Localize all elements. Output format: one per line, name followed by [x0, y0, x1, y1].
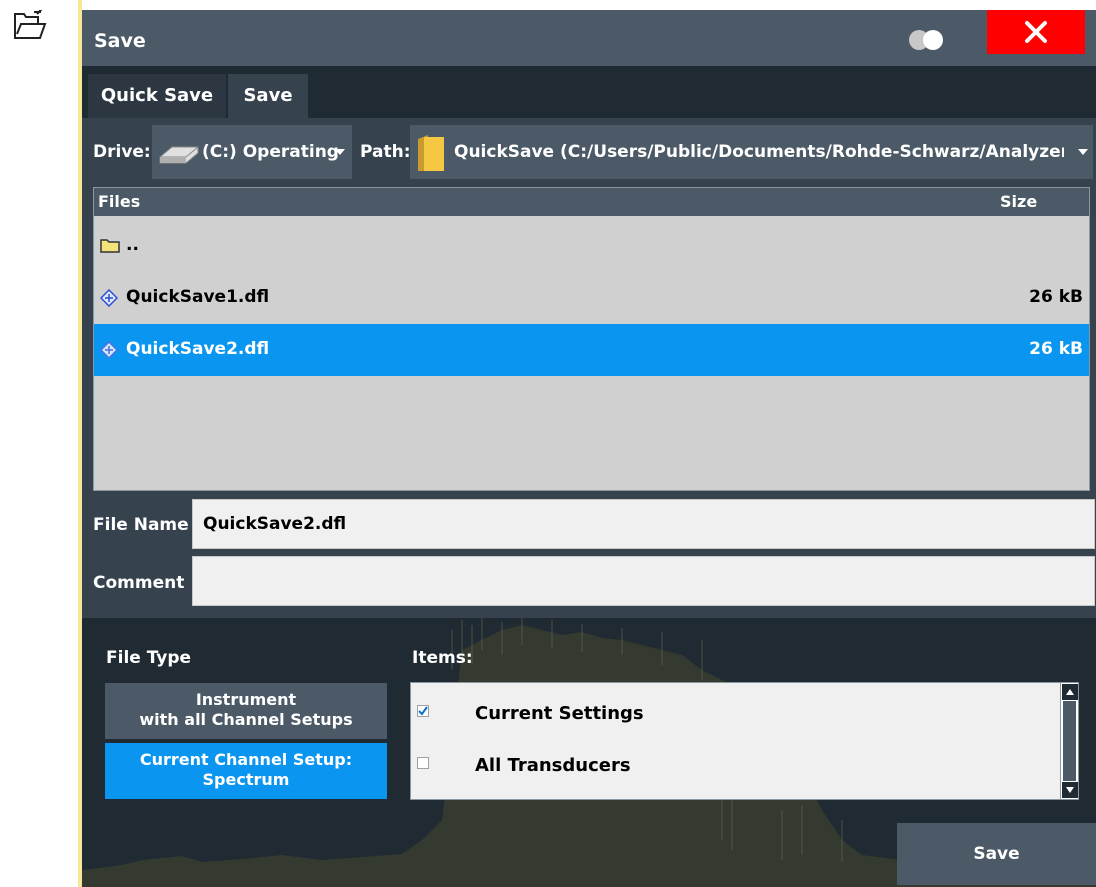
item-label: All Transducers — [475, 755, 631, 776]
toggle-icon[interactable] — [908, 29, 944, 51]
comment-input[interactable] — [192, 556, 1095, 606]
file-name: QuickSave1.dfl — [126, 287, 270, 307]
table-row[interactable]: .. — [94, 220, 1089, 272]
files-table-header: Files Size — [94, 188, 1089, 216]
instrument-button[interactable]: Instrument with all Channel Setups — [105, 683, 387, 739]
drive-value: (C:) Operating — [202, 142, 339, 162]
file-name-label: File Name — [93, 515, 189, 535]
items-label: Items: — [412, 648, 473, 668]
item-current-settings[interactable]: Current Settings — [411, 691, 1059, 741]
instrument-button-line1: Instrument — [195, 690, 297, 709]
path-value: QuickSave (C:/Users/Public/Documents/Roh… — [454, 142, 1064, 162]
drive-label: Drive: — [93, 142, 151, 162]
folder-icon — [418, 135, 444, 171]
chevron-down-icon — [1078, 149, 1088, 155]
file-icon — [100, 289, 118, 307]
file-icon — [100, 341, 118, 359]
file-type-label: File Type — [106, 648, 192, 668]
items-list[interactable]: Current Settings All Transducers — [410, 682, 1079, 800]
checkbox-checked[interactable] — [417, 705, 429, 717]
file-name-input[interactable]: QuickSave2.dfl — [192, 499, 1095, 549]
file-name-value: QuickSave2.dfl — [203, 514, 347, 534]
comment-label: Comment — [93, 573, 185, 593]
item-all-transducers[interactable]: All Transducers — [411, 743, 1059, 793]
checkmark-icon — [418, 706, 428, 716]
dialog-title: Save — [94, 30, 146, 52]
open-file-icon — [12, 8, 48, 42]
tab-quick-save[interactable]: Quick Save — [88, 74, 226, 118]
scroll-down-icon[interactable] — [1062, 782, 1078, 798]
current-channel-button-line2: Spectrum — [202, 770, 290, 789]
scroll-up-icon[interactable] — [1062, 684, 1078, 700]
drive-icon — [159, 146, 199, 164]
table-row[interactable]: QuickSave1.dfl 26 kB — [94, 272, 1089, 324]
file-name: QuickSave2.dfl — [126, 339, 270, 359]
drive-select[interactable]: (C:) Operating — [152, 125, 352, 179]
file-size: 26 kB — [1029, 287, 1083, 307]
checkbox-unchecked[interactable] — [417, 757, 429, 769]
column-header-size: Size — [1000, 192, 1038, 211]
file-name: .. — [126, 235, 139, 255]
items-scrollbar[interactable] — [1060, 683, 1078, 799]
files-table[interactable]: Files Size .. QuickSave1.dfl 26 kB Quick… — [93, 187, 1090, 491]
tab-save[interactable]: Save — [228, 74, 308, 118]
column-header-files: Files — [98, 192, 141, 211]
current-channel-button[interactable]: Current Channel Setup: Spectrum — [105, 743, 387, 799]
path-label: Path: — [360, 142, 411, 162]
close-icon — [1025, 21, 1047, 43]
path-select[interactable]: QuickSave (C:/Users/Public/Documents/Roh… — [410, 125, 1093, 179]
save-dialog: Save Quick Save Save Drive: (C:) Operati… — [82, 10, 1096, 887]
save-button[interactable]: Save — [897, 823, 1096, 885]
scrollbar-thumb[interactable] — [1063, 701, 1076, 781]
folder-icon — [100, 239, 120, 253]
chevron-down-icon — [335, 149, 345, 155]
file-size: 26 kB — [1029, 339, 1083, 359]
instrument-button-line2: with all Channel Setups — [139, 710, 353, 729]
close-button[interactable] — [987, 10, 1085, 54]
item-label: Current Settings — [475, 703, 644, 724]
table-row-selected[interactable]: QuickSave2.dfl 26 kB — [94, 324, 1089, 376]
current-channel-button-line1: Current Channel Setup: — [139, 750, 353, 769]
title-bar: Save — [82, 10, 1096, 66]
